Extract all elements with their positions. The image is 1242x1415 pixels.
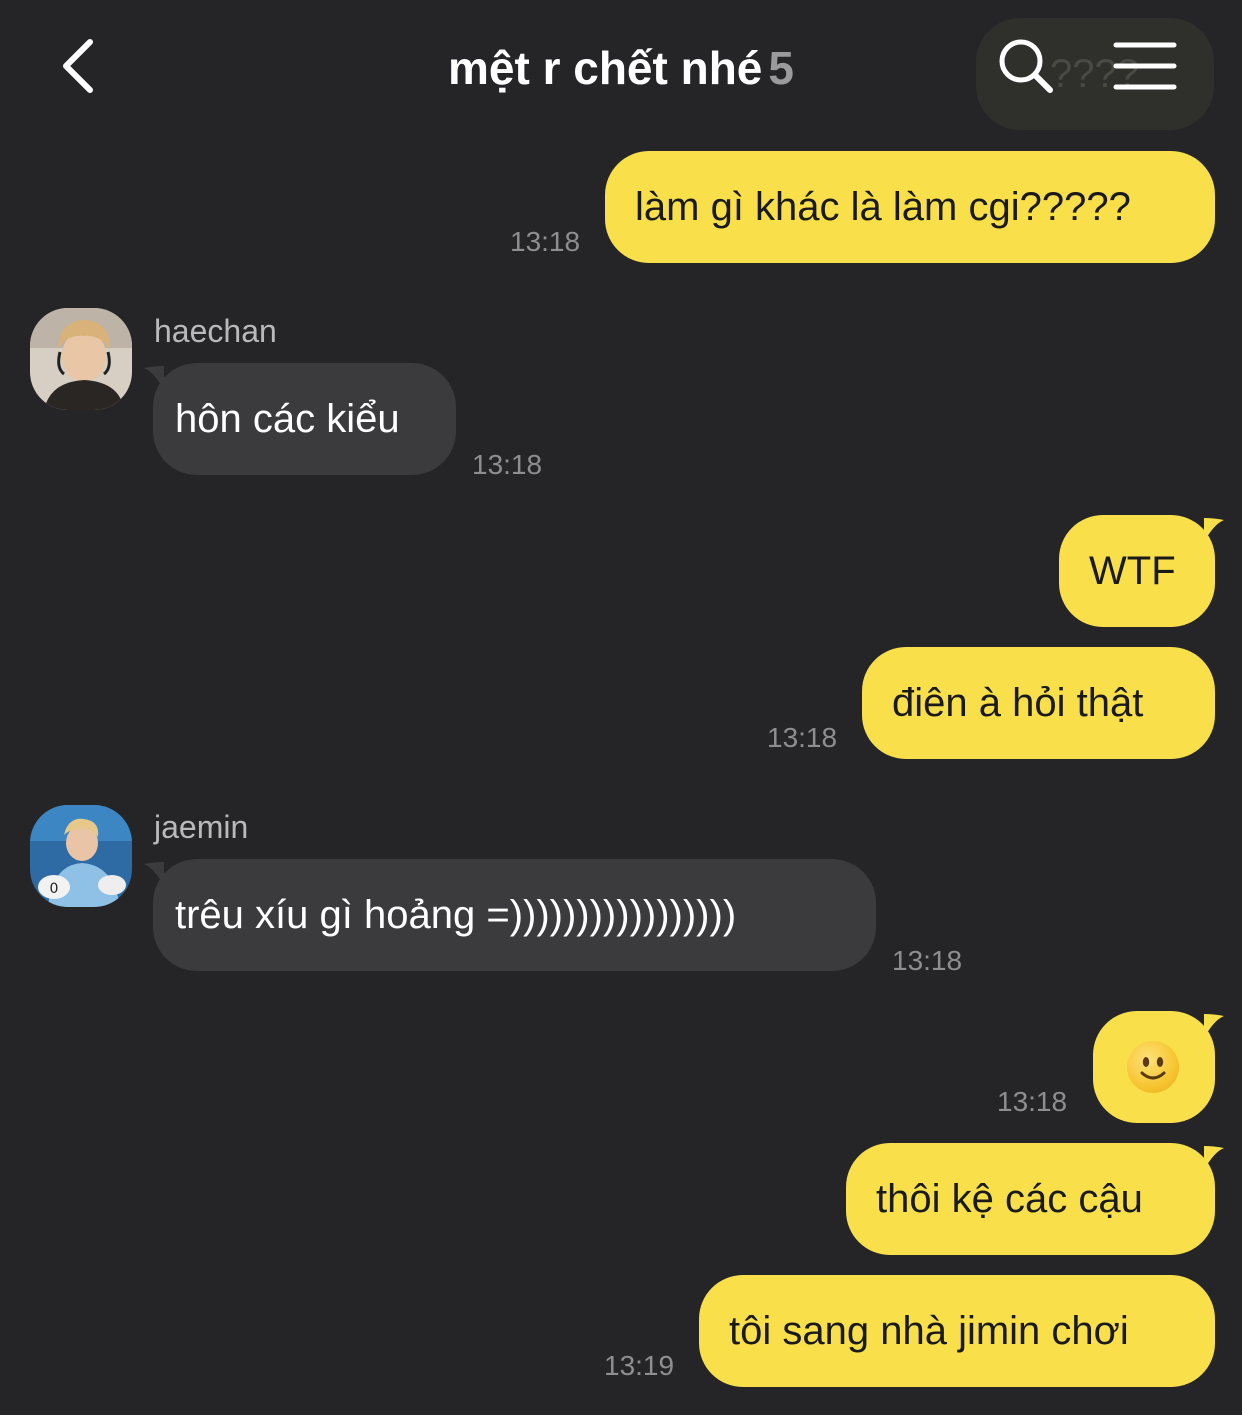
my-message-bubble[interactable]: thôi kệ các cậu [846,1143,1215,1255]
bubble-tail [1204,1014,1224,1038]
avatar-haechan[interactable] [30,308,132,410]
message-timestamp: 13:18 [997,1086,1068,1117]
message-text: hôn các kiểu [175,397,400,441]
message-text: điên à hỏi thật [892,681,1144,725]
my-message-bubble[interactable]: điên à hỏi thật [862,647,1215,759]
avatar-haechan-image [30,308,132,410]
menu-button[interactable] [1112,40,1178,92]
message-text: WTF [1089,549,1176,593]
avatar-jaemin[interactable]: 0 [30,805,132,907]
bubble-tail [144,366,164,390]
chevron-left-icon [63,39,93,93]
message-text: thôi kệ các cậu [876,1177,1143,1221]
member-count: 5 [768,42,794,94]
my-message-bubble[interactable]: tôi sang nhà jimin chơi [699,1275,1215,1387]
svg-text:0: 0 [50,881,59,897]
smile-face-icon [1140,1057,1166,1080]
chat-title-text: mệt r chết nhé [447,42,763,94]
sender-name: haechan [154,313,277,349]
search-icon [999,39,1053,93]
message-timestamp: 13:18 [510,226,581,257]
message-text: tôi sang nhà jimin chơi [729,1309,1129,1353]
message-timestamp: 13:18 [472,449,543,480]
message-text: trêu xíu gì hoảng =))))))))))))))))) [175,893,737,937]
bubble-tail [1204,1146,1224,1170]
hamburger-menu-icon [1113,42,1177,90]
incoming-message-bubble[interactable]: trêu xíu gì hoảng =))))))))))))))))) [153,859,876,971]
message-timestamp: 13:18 [767,722,838,753]
incoming-message-bubble[interactable]: hôn các kiểu [153,363,456,475]
my-message-bubble[interactable]: làm gì khác là làm cgi????? [605,151,1215,263]
sender-name: jaemin [154,809,249,845]
slightly-smiling-face-emoji [1127,1041,1179,1093]
search-button[interactable] [996,36,1056,96]
bubble-tail [144,862,164,886]
avatar-jaemin-image: 0 [30,805,132,907]
bubble-tail [1204,518,1224,542]
my-message-bubble[interactable]: WTF [1059,515,1215,627]
back-button[interactable] [56,36,112,96]
message-text: làm gì khác là làm cgi????? [635,185,1131,229]
my-emoji-message-bubble[interactable] [1093,1011,1215,1123]
message-timestamp: 13:18 [892,945,963,976]
message-timestamp: 13:19 [604,1350,675,1381]
